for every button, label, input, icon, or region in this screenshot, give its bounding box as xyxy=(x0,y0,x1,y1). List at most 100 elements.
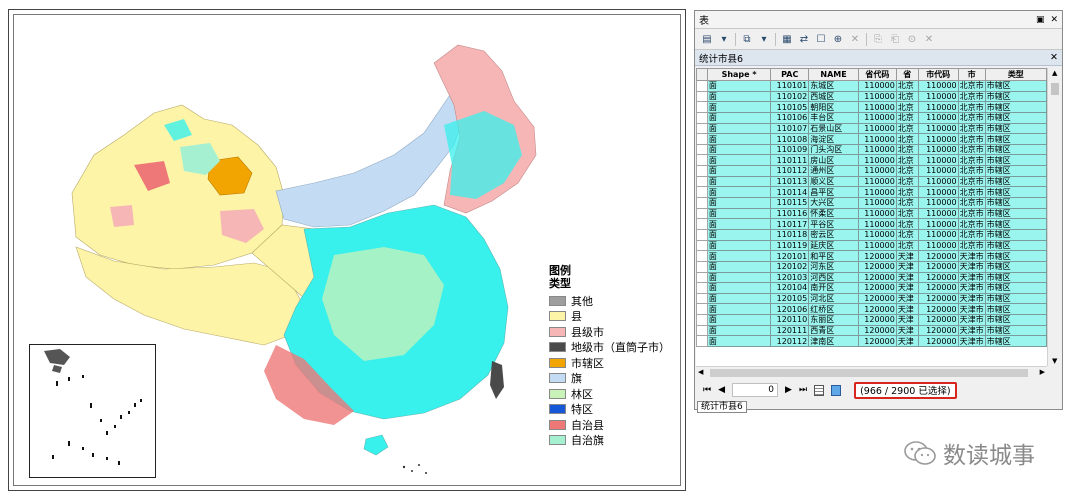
table-cell[interactable]: 天津市 xyxy=(957,303,986,316)
table-cell[interactable]: 120000 xyxy=(917,324,959,337)
table-cell[interactable]: 110000 xyxy=(917,122,959,135)
table-cell[interactable]: 市辖区 xyxy=(984,186,1047,199)
table-cell[interactable]: 110000 xyxy=(857,218,897,230)
column-header[interactable]: 市代码 xyxy=(917,68,959,81)
table-cell[interactable]: 面 xyxy=(706,292,772,305)
attribute-grid[interactable]: Shape * PAC NAME 省代码省市代码市类型 面 110101 东城区 11000… xyxy=(696,68,1047,366)
table-cell[interactable]: 110114 xyxy=(770,186,810,199)
delete-selected-icon[interactable]: ✕ xyxy=(849,33,861,45)
table-row[interactable]: 面 120110 东丽区 120000 天津 120000 天津市 市辖区 xyxy=(696,314,1047,326)
map-data-frame[interactable]: 图例 类型 其他县县级市 地级市（直筒子市） 市辖区旗林区 特区 自治县 自治旗 xyxy=(13,14,681,486)
table-cell[interactable]: 面 xyxy=(706,250,772,262)
table-cell[interactable]: 面 xyxy=(706,133,772,145)
table-cell[interactable]: 北京 xyxy=(895,80,919,92)
table-cell[interactable]: 110000 xyxy=(917,175,959,188)
table-cell[interactable]: 东丽区 xyxy=(808,314,859,326)
table-cell[interactable]: 110000 xyxy=(857,239,897,252)
table-cell[interactable]: 北京 xyxy=(895,239,919,252)
table-cell[interactable]: 东城区 xyxy=(808,80,859,92)
table-cell[interactable]: 面 xyxy=(706,90,772,103)
table-cell[interactable]: 120000 xyxy=(917,292,959,305)
table-cell[interactable]: 120000 xyxy=(917,282,959,294)
column-header[interactable]: 省 xyxy=(895,68,919,81)
table-cell[interactable]: 北京 xyxy=(895,197,919,209)
table-cell[interactable]: 面 xyxy=(706,239,772,252)
table-cell[interactable]: 110000 xyxy=(917,90,959,103)
table-row[interactable]: 面 110106 丰台区 110000 北京 110000 北京市 市辖区 xyxy=(696,111,1047,124)
close-icon[interactable]: ✕ xyxy=(1050,15,1058,25)
table-cell[interactable]: 120000 xyxy=(917,250,959,262)
table-cell[interactable]: 面 xyxy=(706,271,772,284)
table-cell[interactable]: 120000 xyxy=(857,250,897,262)
table-cell[interactable]: 110109 xyxy=(770,143,810,156)
table-cell[interactable]: 北京市 xyxy=(957,228,986,241)
table-row[interactable]: 面 120112 津南区 120000 天津 120000 天津市 市辖区 xyxy=(696,335,1047,347)
table-cell[interactable]: 天津 xyxy=(895,335,919,347)
table-cell[interactable]: 120000 xyxy=(857,260,897,273)
copy-icon[interactable]: ⎘ xyxy=(872,33,884,45)
table-cell[interactable]: 天津 xyxy=(895,303,919,316)
table-row[interactable]: 面 120111 西青区 120000 天津 120000 天津市 市辖区 xyxy=(696,324,1047,337)
table-cell[interactable]: 面 xyxy=(706,154,772,167)
table-cell[interactable]: 市辖区 xyxy=(984,207,1047,220)
table-cell[interactable]: 面 xyxy=(706,218,772,230)
row-selector[interactable] xyxy=(696,197,708,209)
table-cell[interactable]: 市辖区 xyxy=(984,314,1047,326)
table-cell[interactable]: 面 xyxy=(706,122,772,135)
row-selector[interactable] xyxy=(696,80,708,92)
table-cell[interactable]: 110101 xyxy=(770,80,810,92)
table-cell[interactable]: 河东区 xyxy=(808,260,859,273)
record-number-input[interactable] xyxy=(732,383,779,397)
row-selector[interactable] xyxy=(696,111,708,124)
table-cell[interactable]: 北京市 xyxy=(957,175,986,188)
table-cell[interactable]: 110000 xyxy=(857,90,897,103)
column-header[interactable]: 类型 xyxy=(984,68,1047,81)
table-cell[interactable]: 110000 xyxy=(917,143,959,156)
table-cell[interactable]: 市辖区 xyxy=(984,122,1047,135)
table-cell[interactable]: 北京市 xyxy=(957,154,986,167)
table-cell[interactable]: 北京 xyxy=(895,133,919,145)
table-cell[interactable]: 120102 xyxy=(770,260,810,273)
table-cell[interactable]: 市辖区 xyxy=(984,80,1047,92)
window-titlebar[interactable]: 表 ▣ ✕ xyxy=(695,11,1062,29)
table-cell[interactable]: 110000 xyxy=(917,80,959,92)
table-cell[interactable]: 北京市 xyxy=(957,239,986,252)
table-row[interactable]: 面 110102 西城区 110000 北京 110000 北京市 市辖区 xyxy=(696,90,1047,103)
row-selector[interactable] xyxy=(696,133,708,145)
row-selector[interactable] xyxy=(696,314,708,326)
table-cell[interactable]: 和平区 xyxy=(808,250,859,262)
table-cell[interactable]: 110000 xyxy=(857,133,897,145)
table-cell[interactable]: 大兴区 xyxy=(808,197,859,209)
table-cell[interactable]: 市辖区 xyxy=(984,239,1047,252)
table-cell[interactable]: 通州区 xyxy=(808,165,859,177)
table-cell[interactable]: 110113 xyxy=(770,175,810,188)
table-cell[interactable]: 120000 xyxy=(857,282,897,294)
table-cell[interactable]: 北京市 xyxy=(957,133,986,145)
table-cell[interactable]: 110102 xyxy=(770,90,810,103)
table-cell[interactable]: 北京 xyxy=(895,175,919,188)
table-row[interactable]: 面 110109 门头沟区 110000 北京 110000 北京市 市辖区 xyxy=(696,143,1047,156)
row-selector[interactable] xyxy=(696,292,708,305)
table-cell[interactable]: 天津市 xyxy=(957,271,986,284)
attribute-table-window[interactable]: 表 ▣ ✕ ▤ ▾ ⧉ ▾ ▦ ⇄ ☐ ⊕ ✕ ⎘ ⎗ ⊙ ✕ 统计市县6 ✕ … xyxy=(694,10,1063,413)
table-cell[interactable]: 120112 xyxy=(770,335,810,347)
table-cell[interactable]: 120105 xyxy=(770,292,810,305)
table-cell[interactable]: 110000 xyxy=(917,197,959,209)
column-header[interactable]: 省代码 xyxy=(857,68,897,81)
table-cell[interactable]: 面 xyxy=(706,314,772,326)
table-cell[interactable]: 北京市 xyxy=(957,197,986,209)
row-selector[interactable] xyxy=(696,186,708,199)
table-cell[interactable]: 120111 xyxy=(770,324,810,337)
table-cell[interactable]: 110000 xyxy=(857,101,897,113)
table-row[interactable]: 面 120101 和平区 120000 天津 120000 天津市 市辖区 xyxy=(696,250,1047,262)
zoom-to-selected-icon[interactable]: ⊕ xyxy=(832,33,844,45)
table-cell[interactable]: 120000 xyxy=(917,314,959,326)
table-cell[interactable]: 120000 xyxy=(917,335,959,347)
show-selected-records-icon[interactable] xyxy=(831,384,842,396)
table-cell[interactable]: 石景山区 xyxy=(808,122,859,135)
table-cell[interactable]: 西青区 xyxy=(808,324,859,337)
table-cell[interactable]: 市辖区 xyxy=(984,154,1047,167)
table-cell[interactable]: 门头沟区 xyxy=(808,143,859,156)
table-cell[interactable]: 怀柔区 xyxy=(808,207,859,220)
column-header[interactable]: NAME xyxy=(808,68,859,81)
